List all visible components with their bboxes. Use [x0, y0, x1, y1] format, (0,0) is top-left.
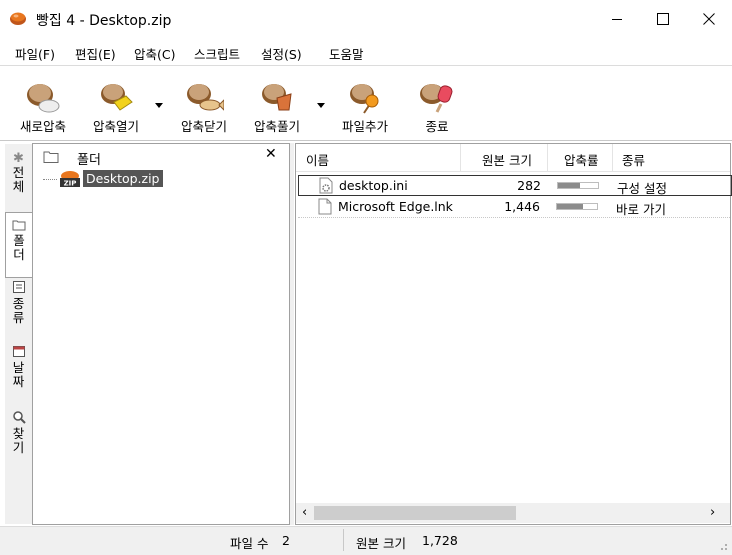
- tree-connector: [43, 179, 57, 180]
- bread-icecream-icon: [420, 84, 453, 113]
- maximize-icon: [657, 13, 669, 25]
- bread-extract-icon: [262, 84, 292, 111]
- new-archive-label: 새로압축: [19, 119, 66, 134]
- status-bar: 파일 수 2 원본 크기 1,728: [0, 526, 732, 555]
- table-row[interactable]: desktop.ini 282 구성 설정: [298, 175, 732, 196]
- side-tabs: ✱ 전체 폴더 종류 날짜 찾기: [5, 144, 32, 524]
- folder-panel: 폴더 ✕ ZIP Desktop.zip: [32, 143, 290, 525]
- tab-folder-label: 폴더: [13, 233, 25, 262]
- resize-grip-icon[interactable]: [716, 539, 728, 551]
- open-archive-label: 압축열기: [92, 119, 139, 134]
- minimize-icon: [612, 19, 622, 20]
- tab-find-label: 찾기: [12, 426, 25, 455]
- menu-help[interactable]: 도움말: [329, 44, 364, 63]
- table-row[interactable]: Microsoft Edge.lnk 1,446 바로 가기: [298, 197, 730, 218]
- bread-new-icon: [27, 84, 60, 113]
- close-icon: [703, 13, 715, 25]
- add-files-label: 파일추가: [341, 119, 388, 134]
- blank-file-icon: [318, 198, 332, 215]
- toolbar-separator: [0, 140, 732, 141]
- close-archive-label: 압축닫기: [180, 119, 227, 134]
- exit-label: 종료: [425, 119, 449, 134]
- file-count-value: 2: [282, 533, 290, 548]
- document-type-icon: [12, 281, 25, 293]
- toolbar: 새로압축 압축열기 압축닫기 압축풀기 파일추가 종료: [0, 66, 732, 140]
- column-size-header[interactable]: 원본 크기: [482, 150, 532, 169]
- tab-type-label: 종류: [12, 296, 25, 325]
- compression-ratio-bar: [557, 182, 599, 189]
- file-size: 1,446: [504, 199, 540, 214]
- bread-lollipop-icon: [350, 84, 379, 114]
- tab-date[interactable]: 날짜: [5, 344, 32, 404]
- column-ratio-header[interactable]: 압축률: [564, 150, 599, 169]
- menu-file[interactable]: 파일(F): [15, 44, 55, 63]
- maximize-button[interactable]: [640, 0, 686, 38]
- menu-bar: 파일(F) 편집(E) 압축(C) 스크립트 설정(S) 도움말: [0, 40, 732, 64]
- column-type-header[interactable]: 종류: [622, 150, 645, 169]
- menu-script[interactable]: 스크립트: [194, 44, 240, 63]
- column-divider[interactable]: [612, 144, 613, 171]
- tab-all[interactable]: ✱ 전체: [5, 152, 32, 212]
- panel-splitter[interactable]: [290, 143, 294, 525]
- compression-ratio-bar: [556, 203, 598, 210]
- bread-fish-icon: [187, 84, 224, 111]
- horizontal-scrollbar[interactable]: ‹ ›: [296, 503, 730, 523]
- calendar-icon: [12, 346, 25, 357]
- extract-label: 압축풀기: [253, 119, 300, 134]
- folder-icon: [43, 151, 59, 163]
- file-list-panel: 이름 원본 크기 압축률 종류 desktop.ini 282 구성 설정 Mi…: [295, 143, 732, 525]
- total-size-label: 원본 크기: [356, 536, 406, 551]
- bread-cheese-icon: [101, 84, 133, 111]
- bakery-app-icon: [10, 12, 26, 25]
- close-panel-icon[interactable]: ✕: [265, 146, 277, 162]
- column-name-header[interactable]: 이름: [306, 150, 329, 169]
- close-archive-button[interactable]: 압축닫기: [172, 80, 236, 135]
- folder-panel-title: 폴더: [77, 153, 101, 168]
- file-type: 바로 가기: [616, 202, 666, 217]
- file-count-label: 파일 수: [230, 536, 269, 551]
- add-files-button[interactable]: 파일추가: [333, 80, 397, 135]
- scroll-right-icon[interactable]: ›: [710, 505, 715, 520]
- close-button[interactable]: [686, 0, 732, 38]
- folder-icon: [12, 220, 26, 231]
- asterisk-icon: ✱: [13, 151, 24, 166]
- status-divider: [343, 529, 344, 551]
- window-title: 빵집 4 - Desktop.zip: [36, 13, 172, 29]
- minimize-button[interactable]: [594, 0, 640, 38]
- file-name: Microsoft Edge.lnk: [338, 199, 453, 214]
- open-dropdown-icon[interactable]: [154, 100, 164, 110]
- extract-button[interactable]: 압축풀기: [245, 80, 309, 135]
- ratio-fill: [557, 204, 583, 209]
- file-type: 구성 설정: [617, 181, 667, 196]
- menu-compress[interactable]: 압축(C): [134, 44, 175, 63]
- tree-item-label: Desktop.zip: [83, 170, 163, 187]
- new-archive-button[interactable]: 새로압축: [11, 80, 75, 135]
- search-icon: [12, 411, 26, 424]
- open-archive-button[interactable]: 압축열기: [84, 80, 148, 135]
- column-divider[interactable]: [547, 144, 548, 171]
- zip-badge-text: ZIP: [64, 180, 77, 188]
- tab-all-label: 전체: [12, 165, 25, 194]
- file-size: 282: [517, 178, 541, 193]
- settings-file-icon: [319, 177, 333, 194]
- menu-edit[interactable]: 편집(E): [75, 44, 116, 63]
- total-size-value: 1,728: [422, 533, 458, 548]
- tab-type[interactable]: 종류: [5, 280, 32, 338]
- column-divider[interactable]: [460, 144, 461, 171]
- scroll-left-icon[interactable]: ‹: [302, 505, 307, 520]
- extract-dropdown-icon[interactable]: [316, 100, 326, 110]
- tab-folder[interactable]: 폴더: [5, 212, 32, 278]
- file-name: desktop.ini: [339, 178, 408, 193]
- ratio-fill: [558, 183, 580, 188]
- exit-button[interactable]: 종료: [405, 80, 469, 135]
- scroll-thumb[interactable]: [314, 506, 516, 520]
- tab-date-label: 날짜: [12, 360, 25, 389]
- title-bar: 빵집 4 - Desktop.zip: [0, 0, 732, 38]
- zip-archive-icon: ZIP: [60, 171, 80, 188]
- list-header: 이름 원본 크기 압축률 종류: [296, 144, 730, 172]
- menu-settings[interactable]: 설정(S): [261, 44, 302, 63]
- tab-find[interactable]: 찾기: [5, 410, 32, 470]
